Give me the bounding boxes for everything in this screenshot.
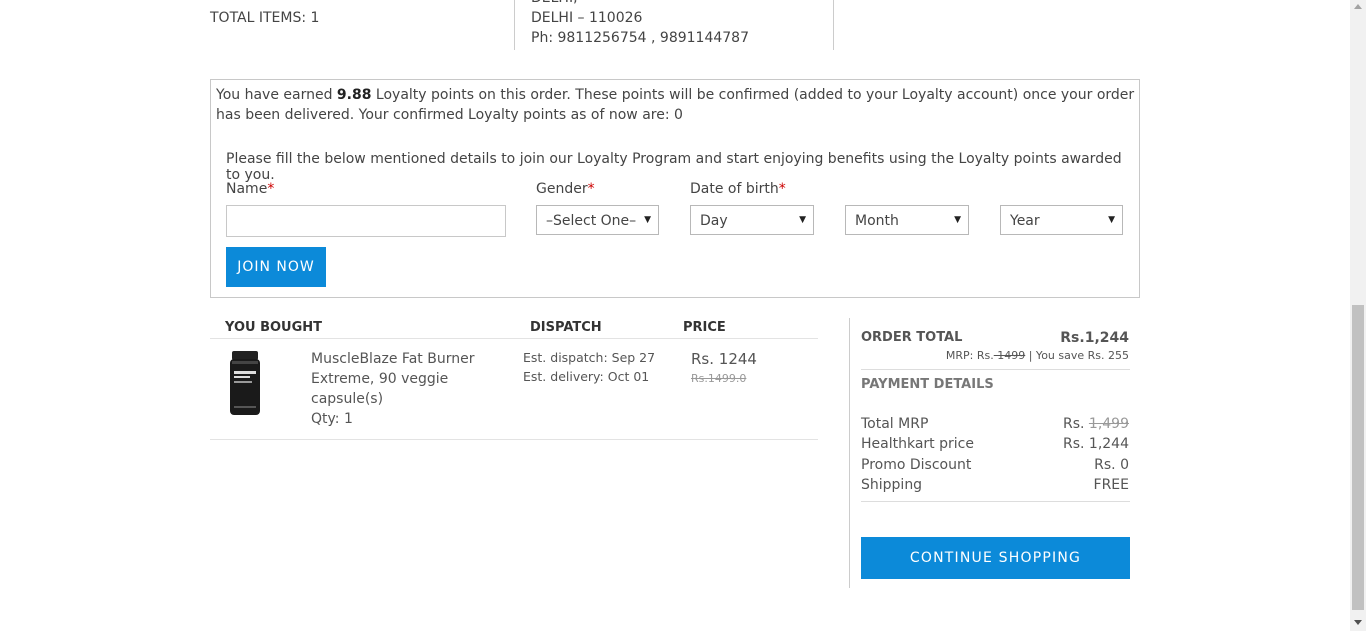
loyalty-earned-message: You have earned 9.88 Loyalty points on t… bbox=[216, 85, 1136, 125]
month-select-value: Month bbox=[855, 213, 899, 229]
healthkart-price-value: Rs. 1,244 bbox=[1062, 436, 1129, 452]
save-text: | You save Rs. 255 bbox=[1025, 349, 1129, 362]
product-old-price: Rs.1499.0 bbox=[691, 372, 747, 385]
name-input[interactable] bbox=[226, 205, 506, 237]
product-qty: Qty: 1 bbox=[311, 411, 353, 427]
product-name[interactable]: MuscleBlaze Fat Burner Extreme, 90 veggi… bbox=[311, 349, 501, 409]
required-mark: * bbox=[587, 181, 595, 197]
shipping-label: Shipping bbox=[861, 477, 923, 493]
healthkart-price-label: Healthkart price bbox=[861, 436, 974, 452]
gender-label-text: Gender bbox=[536, 181, 588, 197]
name-label-text: Name bbox=[226, 181, 268, 197]
day-select-value: Day bbox=[700, 213, 728, 229]
total-mrp-label: Total MRP bbox=[861, 416, 929, 432]
name-label: Name* bbox=[226, 181, 274, 197]
mrp-prefix: MRP: Rs. bbox=[945, 349, 994, 362]
shipping-value: FREE bbox=[1093, 477, 1129, 493]
gender-label: Gender* bbox=[536, 181, 595, 197]
dropdown-arrow-icon: ▼ bbox=[1108, 215, 1115, 225]
table-divider bbox=[210, 338, 818, 339]
year-select-value: Year bbox=[1010, 213, 1040, 229]
continue-shopping-button[interactable]: CONTINUE SHOPPING bbox=[861, 537, 1130, 579]
address-phone: Ph: 9811256754 , 9891144787 bbox=[531, 30, 749, 46]
total-mrp-value: Rs. 1,499 bbox=[1063, 416, 1129, 432]
est-delivery: Est. delivery: Oct 01 bbox=[523, 369, 650, 384]
total-items-text: TOTAL ITEMS: 1 bbox=[210, 10, 320, 26]
required-mark: * bbox=[778, 181, 786, 197]
earned-prefix: You have earned bbox=[216, 87, 337, 103]
dropdown-arrow-icon: ▼ bbox=[799, 215, 806, 225]
loyalty-join-text: Please fill the below mentioned details … bbox=[226, 151, 1122, 183]
dob-day-select[interactable]: Day ▼ bbox=[690, 205, 814, 235]
divider bbox=[861, 369, 1130, 370]
vertical-scrollbar[interactable] bbox=[1350, 0, 1366, 631]
product-details: MuscleBlaze Fat Burner Extreme, 90 veggi… bbox=[311, 349, 501, 429]
dispatch-info: Est. dispatch: Sep 27 Est. delivery: Oct… bbox=[523, 348, 655, 386]
dob-year-select[interactable]: Year ▼ bbox=[1000, 205, 1123, 235]
loyalty-panel: You have earned 9.88 Loyalty points on t… bbox=[210, 79, 1140, 298]
order-total-label: ORDER TOTAL bbox=[861, 330, 963, 345]
product-price: Rs. 1244 bbox=[691, 350, 757, 368]
address-pin: DELHI – 110026 bbox=[531, 10, 643, 26]
dob-label: Date of birth* bbox=[690, 181, 786, 197]
join-now-button[interactable]: JOIN NOW bbox=[226, 247, 326, 287]
required-mark: * bbox=[267, 181, 275, 197]
mrp-value: 1499 bbox=[993, 349, 1026, 362]
scrollbar-thumb[interactable] bbox=[1352, 305, 1364, 610]
order-total-panel: ORDER TOTAL Rs.1,244 MRP: Rs. 1499 | You… bbox=[849, 318, 1139, 588]
address-city: DELHI, bbox=[531, 0, 833, 8]
promo-discount-label: Promo Discount bbox=[861, 457, 972, 473]
total-mrp-prefix: Rs. bbox=[1062, 416, 1089, 432]
dropdown-arrow-icon: ▼ bbox=[954, 215, 961, 225]
dropdown-arrow-icon: ▼ bbox=[644, 215, 651, 225]
gender-select[interactable]: –Select One– ▼ bbox=[536, 205, 659, 235]
earned-points: 9.88 bbox=[336, 87, 372, 103]
col-header-price: PRICE bbox=[683, 320, 726, 335]
gender-select-value: –Select One– bbox=[546, 213, 637, 229]
scroll-down-arrow-icon[interactable] bbox=[1354, 620, 1362, 625]
dob-month-select[interactable]: Month ▼ bbox=[845, 205, 969, 235]
order-total-value: Rs.1,244 bbox=[1060, 330, 1129, 346]
est-dispatch: Est. dispatch: Sep 27 bbox=[523, 350, 656, 365]
total-mrp-amount: 1,499 bbox=[1088, 416, 1129, 432]
shipping-address: DELHI, DELHI – 110026 Ph: 9811256754 , 9… bbox=[514, 0, 834, 50]
mrp-savings-line: MRP: Rs. 1499 | You save Rs. 255 bbox=[946, 349, 1129, 362]
table-divider bbox=[210, 439, 818, 440]
dob-label-text: Date of birth bbox=[690, 181, 779, 197]
payment-details-label: PAYMENT DETAILS bbox=[861, 377, 994, 392]
col-header-you-bought: YOU BOUGHT bbox=[225, 320, 323, 335]
product-image[interactable] bbox=[229, 351, 261, 416]
promo-discount-value: Rs. 0 bbox=[1094, 457, 1129, 473]
order-summary-top: TOTAL ITEMS: 1 DELHI, DELHI – 110026 Ph:… bbox=[0, 0, 1350, 50]
scroll-up-arrow-icon[interactable] bbox=[1354, 4, 1362, 9]
divider bbox=[861, 501, 1130, 502]
col-header-dispatch: DISPATCH bbox=[530, 320, 602, 335]
